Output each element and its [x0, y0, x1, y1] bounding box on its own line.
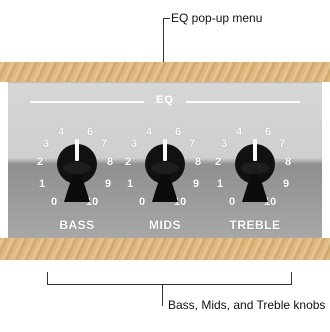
knobs-callout-line-vertical: [162, 284, 163, 306]
knobs-bracket-horizontal: [47, 284, 292, 285]
treble-knob-group: 0 1 2 3 4 6 7 8 9 10 TREBLE: [206, 114, 304, 234]
bass-knob[interactable]: [47, 126, 107, 206]
treble-knob[interactable]: [225, 126, 285, 206]
mids-knob[interactable]: [135, 126, 195, 206]
bass-knob-highlight: [63, 162, 91, 174]
mids-tick-8: 8: [195, 156, 202, 168]
bass-tick-8: 8: [107, 156, 114, 168]
mids-tick-1: 1: [127, 178, 134, 190]
bass-tick-2: 2: [37, 156, 44, 168]
eq-popup-label[interactable]: EQ: [30, 94, 300, 106]
bass-knob-pointer: [75, 139, 79, 161]
amp-wood-top: [0, 62, 330, 82]
mids-label: MIDS: [149, 218, 181, 232]
mids-knob-group: 0 1 2 3 4 6 7 8 9 10 MIDS: [116, 114, 214, 234]
treble-label: TREBLE: [229, 218, 281, 232]
eq-popup-menu[interactable]: EQ: [30, 94, 300, 108]
eq-divider-right: [186, 101, 300, 103]
bass-tick-1: 1: [39, 178, 46, 190]
treble-knob-highlight: [241, 162, 269, 174]
mids-knob-pointer: [163, 139, 167, 161]
amp-wood-bottom: [0, 238, 330, 260]
mids-knob-highlight: [151, 162, 179, 174]
eq-callout-line-horizontal: [163, 18, 170, 19]
mids-tick-2: 2: [125, 156, 132, 168]
bass-label: BASS: [59, 218, 95, 232]
treble-knob-pointer: [253, 139, 257, 161]
treble-tick-1: 1: [217, 178, 224, 190]
eq-popup-callout-text: EQ pop-up menu: [171, 11, 263, 25]
bass-knob-group: 0 1 2 3 4 6 7 8 9 10 BASS: [28, 114, 126, 234]
knobs-callout-text: Bass, Mids, and Treble knobs: [168, 298, 326, 312]
treble-tick-2: 2: [215, 156, 222, 168]
treble-tick-8: 8: [285, 156, 292, 168]
